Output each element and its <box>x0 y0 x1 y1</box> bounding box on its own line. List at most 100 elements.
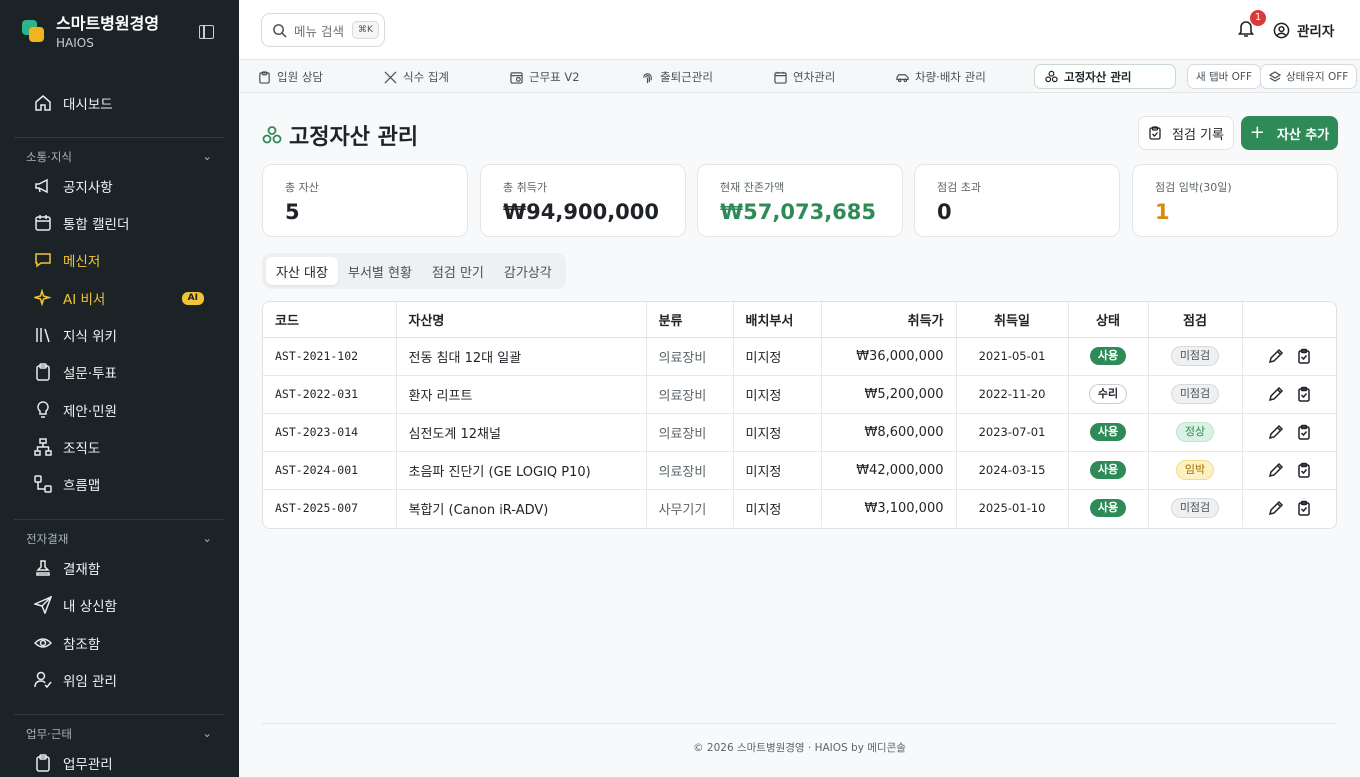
column-header[interactable]: 취득가 <box>821 302 957 338</box>
column-header[interactable]: 자산명 <box>396 302 647 338</box>
cell-actions <box>1242 337 1336 376</box>
table-row[interactable]: AST-2023-014 심전도계 12채널 의료장비 미지정 ₩8,600,0… <box>263 413 1336 452</box>
sidebar-divider <box>14 519 224 520</box>
column-header[interactable]: 분류 <box>646 302 734 338</box>
tab-label: 입원 상담 <box>277 70 323 84</box>
sidebar-item-ai-assistant[interactable]: AI 비서 AI <box>14 281 224 315</box>
add-asset-button[interactable]: + 자산 추가 <box>1241 116 1338 150</box>
status-badge: 사용 <box>1089 423 1127 441</box>
clipboard-icon <box>259 70 270 84</box>
tab-admission-consult[interactable]: 입원 상담 <box>258 66 323 88</box>
new-tabbar-toggle[interactable]: 새 탭바 OFF <box>1187 64 1261 89</box>
sidebar-item-suggestions[interactable]: 제안·민원 <box>14 393 224 427</box>
table-row[interactable]: AST-2021-102 전동 침대 12대 일괄 의료장비 미지정 ₩36,0… <box>263 337 1336 376</box>
stat-value: 1 <box>1155 200 1170 224</box>
page-title-text: 고정자산 관리 <box>289 125 419 150</box>
sidebar-item-flowmap[interactable]: 흐름맵 <box>14 467 224 501</box>
edit-pencil-icon[interactable] <box>1268 348 1284 364</box>
cell-department: 미지정 <box>733 375 822 414</box>
column-header[interactable]: 취득일 <box>956 302 1069 338</box>
tab-by-department[interactable]: 부서별 현황 <box>338 257 422 285</box>
tab-vehicle[interactable]: 차량·배차 관리 <box>896 66 986 88</box>
sidebar-toggle-icon[interactable] <box>199 25 214 39</box>
sidebar-item-approval-inbox[interactable]: 결재함 <box>14 551 224 585</box>
plus-icon: + <box>1249 122 1265 143</box>
cell-price: ₩8,600,000 <box>821 413 957 452</box>
clipboard-check-icon[interactable] <box>1296 462 1312 478</box>
clipboard-check-icon[interactable] <box>1296 348 1312 364</box>
sidebar-item-wiki[interactable]: 지식 위키 <box>14 318 224 352</box>
tab-asset-ledger[interactable]: 자산 대장 <box>266 257 338 285</box>
edit-pencil-icon[interactable] <box>1268 500 1284 516</box>
clipboard-check-icon[interactable] <box>1296 386 1312 402</box>
column-header-actions <box>1242 302 1336 338</box>
table-row[interactable]: AST-2024-001 초음파 진단기 (GE LOGIQ P10) 의료장비… <box>263 451 1336 490</box>
sidebar-item-label: 결재함 <box>63 562 101 578</box>
edit-pencil-icon[interactable] <box>1268 424 1284 440</box>
sidebar-item-dashboard[interactable]: 대시보드 <box>14 86 224 120</box>
inspection-badge: 정상 <box>1175 422 1215 442</box>
tab-inspection-due[interactable]: 점검 만기 <box>422 257 494 285</box>
sidebar-item-label: 대시보드 <box>63 97 113 113</box>
keep-state-toggle[interactable]: 상태유지 OFF <box>1260 64 1358 89</box>
column-header[interactable]: 점검 <box>1148 302 1243 338</box>
sidebar-item-messenger[interactable]: 메신저 <box>14 243 224 277</box>
search-input[interactable]: 메뉴 검색 ⌘K <box>261 13 385 47</box>
sidebar-item-cc[interactable]: 참조함 <box>14 626 224 660</box>
clipboard-check-icon[interactable] <box>1296 500 1312 516</box>
sidebar-item-calendar[interactable]: 통합 캘린더 <box>14 206 224 240</box>
edit-pencil-icon[interactable] <box>1268 462 1284 478</box>
stat-label: 점검 초과 <box>937 181 981 194</box>
sidebar-item-org-chart[interactable]: 조직도 <box>14 430 224 464</box>
page-tab-bar: 입원 상담 식수 집계 근무표 V2 출퇴근관리 연차관리 차량·배차 관리 고… <box>239 60 1360 93</box>
stat-value: 0 <box>937 200 952 224</box>
cell-actions <box>1242 451 1336 490</box>
column-header[interactable]: 상태 <box>1068 302 1149 338</box>
column-header[interactable]: 코드 <box>263 302 397 338</box>
status-badge: 사용 <box>1089 499 1127 518</box>
sidebar-item-delegation[interactable]: 위임 관리 <box>14 663 224 697</box>
user-name: 관리자 <box>1297 24 1335 40</box>
calendar-clock-icon <box>510 71 523 84</box>
sidebar-item-sent[interactable]: 내 상신함 <box>14 588 224 622</box>
sidebar-item-label: 위임 관리 <box>63 674 117 690</box>
user-check-icon <box>34 671 52 689</box>
sidebar-item-label: 설문·투표 <box>63 366 117 382</box>
pill-label: 상태유지 OFF <box>1286 71 1349 83</box>
sidebar-item-survey[interactable]: 설문·투표 <box>14 355 224 389</box>
tab-label: 차량·배차 관리 <box>915 70 986 84</box>
sidebar-item-label: 메신저 <box>63 254 101 270</box>
sidebar-section-work[interactable]: 업무·근태 ⌄ <box>26 726 212 742</box>
layers-icon <box>1269 70 1281 82</box>
footer-copyright: © 2026 스마트병원경영 · HAIOS by 메디콘솔 <box>693 742 906 754</box>
cell-status: 사용 <box>1068 489 1149 527</box>
section-label: 업무·근태 <box>26 727 72 741</box>
tab-annual-leave[interactable]: 연차관리 <box>774 66 835 88</box>
table-row[interactable]: AST-2022-031 환자 리프트 의료장비 미지정 ₩5,200,000 … <box>263 375 1336 414</box>
brand[interactable]: 스마트병원경영 HAIOS <box>22 14 159 51</box>
table-row[interactable]: AST-2025-007 복합기 (Canon iR-ADV) 사무기기 미지정… <box>263 489 1336 527</box>
notification-badge: 1 <box>1250 10 1266 26</box>
cell-status: 수리 <box>1068 375 1149 414</box>
sidebar-section-communication[interactable]: 소통·지식 ⌄ <box>26 149 212 165</box>
sidebar-item-notices[interactable]: 공지사항 <box>14 169 224 203</box>
inspection-record-button[interactable]: 점검 기록 <box>1138 116 1234 150</box>
edit-pencil-icon[interactable] <box>1268 386 1284 402</box>
cell-date: 2022-11-20 <box>956 375 1069 414</box>
section-label: 소통·지식 <box>26 150 72 164</box>
clipboard-check-icon[interactable] <box>1296 424 1312 440</box>
sidebar-section-approval[interactable]: 전자결재 ⌄ <box>26 531 212 547</box>
tab-attendance[interactable]: 출퇴근관리 <box>641 66 713 88</box>
cell-code: AST-2022-031 <box>263 375 397 414</box>
tab-schedule-v2[interactable]: 근무표 V2 <box>510 66 580 88</box>
cell-inspection: 임박 <box>1148 451 1243 490</box>
cell-status: 사용 <box>1068 337 1149 376</box>
tab-depreciation[interactable]: 감가상각 <box>494 257 562 285</box>
ai-badge: AI <box>181 292 204 305</box>
column-header[interactable]: 배치부서 <box>733 302 822 338</box>
user-menu[interactable]: 관리자 <box>1273 20 1334 40</box>
eye-icon <box>34 638 52 648</box>
tab-fixed-assets[interactable]: 고정자산 관리 <box>1034 64 1176 89</box>
sidebar-item-tasks[interactable]: 업무관리 <box>14 746 224 777</box>
tab-meal-count[interactable]: 식수 집계 <box>384 66 449 88</box>
